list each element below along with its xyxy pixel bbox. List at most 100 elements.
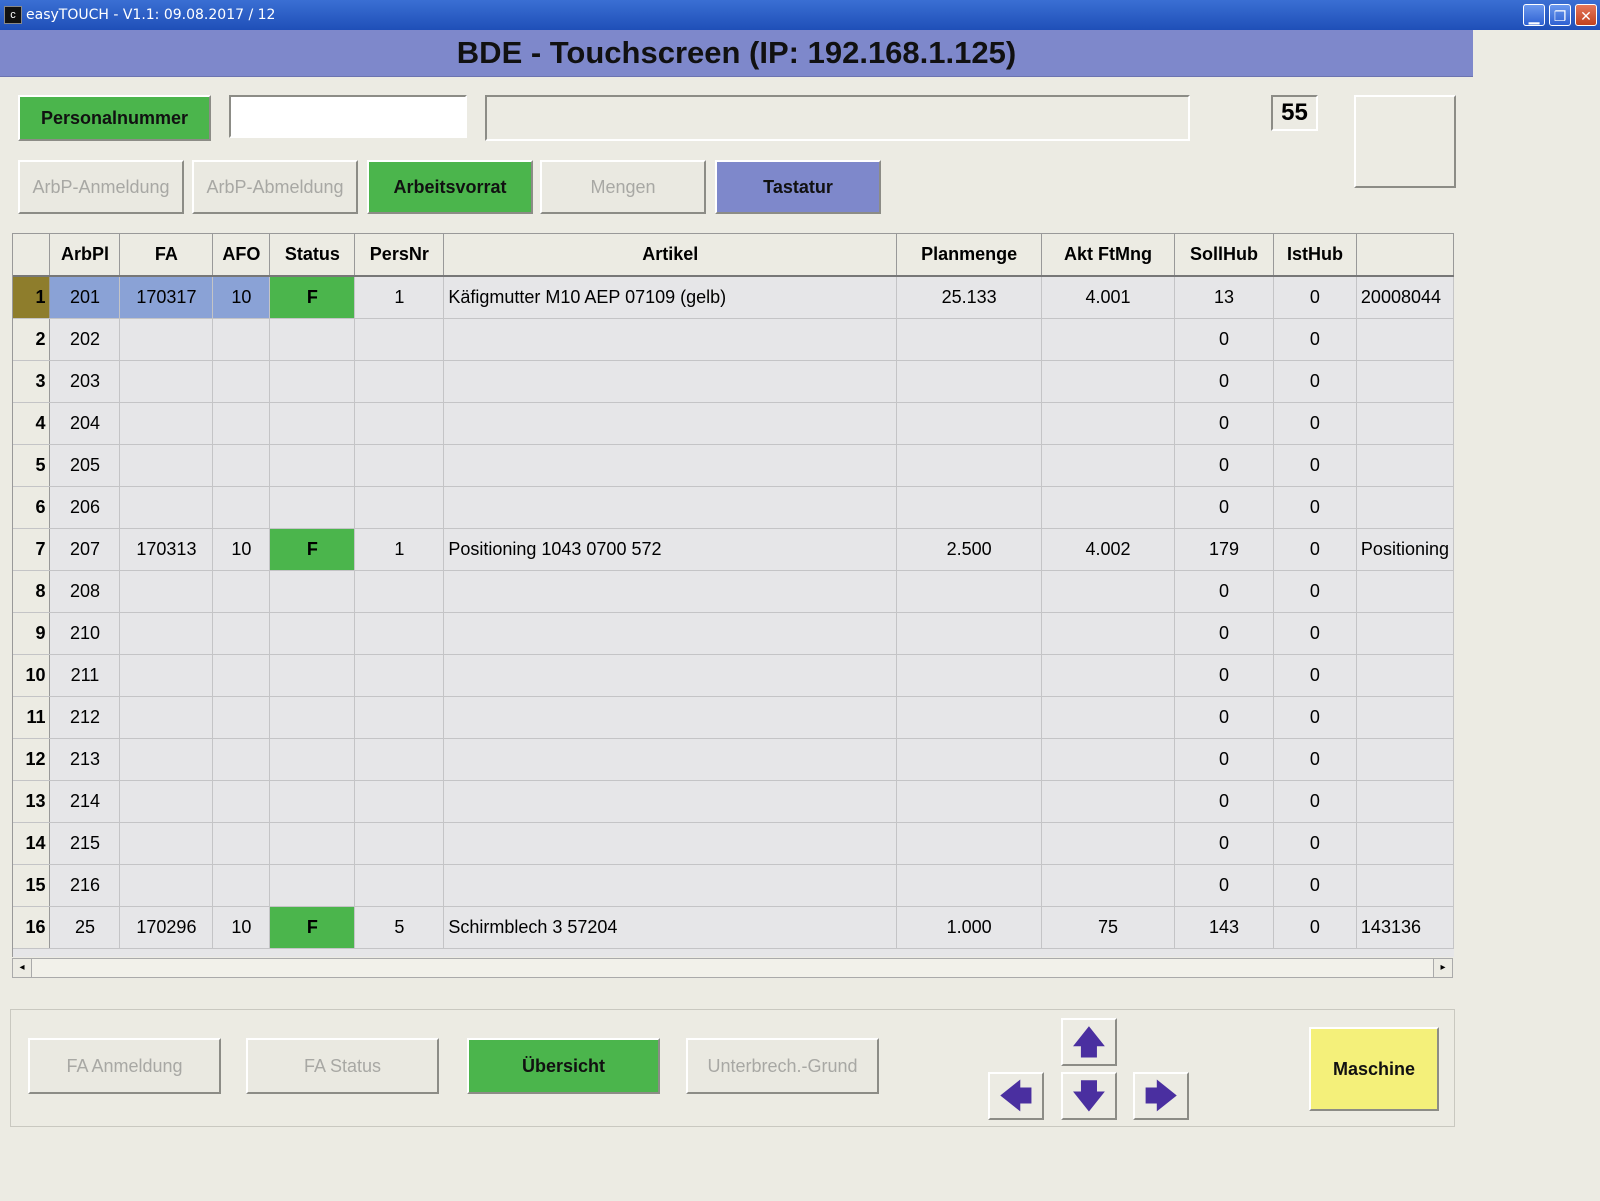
cell-fa[interactable]: 170313: [119, 528, 214, 571]
cell-planmenge[interactable]: [896, 570, 1043, 613]
cell-akt-ftmng[interactable]: 75: [1041, 906, 1175, 949]
table-row[interactable]: 4 204 0 0: [13, 402, 1454, 445]
cell-fa[interactable]: [119, 360, 214, 403]
cell-extra[interactable]: [1356, 696, 1454, 739]
table-row[interactable]: 3 203 0 0: [13, 360, 1454, 403]
cell-planmenge[interactable]: [896, 822, 1043, 865]
cell-akt-ftmng[interactable]: [1041, 360, 1175, 403]
cell-afo[interactable]: 10: [212, 528, 271, 571]
cell-persnr[interactable]: 1: [354, 276, 445, 319]
cell-extra[interactable]: [1356, 780, 1454, 823]
cell-fa[interactable]: [119, 654, 214, 697]
cell-fa[interactable]: [119, 612, 214, 655]
cell-akt-ftmng[interactable]: [1041, 402, 1175, 445]
cell-akt-ftmng[interactable]: [1041, 444, 1175, 487]
cell-akt-ftmng[interactable]: [1041, 738, 1175, 781]
cell-isthub[interactable]: 0: [1273, 906, 1357, 949]
cell-sollhub[interactable]: 0: [1174, 822, 1274, 865]
cell-afo[interactable]: [212, 486, 271, 529]
cell-sollhub[interactable]: 0: [1174, 780, 1274, 823]
cell-arbpl[interactable]: 204: [49, 402, 121, 445]
table-row[interactable]: 10 211 0 0: [13, 654, 1454, 697]
table-row[interactable]: 5 205 0 0: [13, 444, 1454, 487]
cell-artikel[interactable]: [443, 864, 898, 907]
cell-planmenge[interactable]: [896, 738, 1043, 781]
cell-afo[interactable]: [212, 570, 271, 613]
cell-planmenge[interactable]: [896, 780, 1043, 823]
cell-akt-ftmng[interactable]: [1041, 864, 1175, 907]
column-header-artikel[interactable]: Artikel: [443, 234, 898, 277]
cell-sollhub[interactable]: 0: [1174, 402, 1274, 445]
cell-isthub[interactable]: 0: [1273, 318, 1357, 361]
cell-planmenge[interactable]: [896, 318, 1043, 361]
cell-artikel[interactable]: [443, 612, 898, 655]
cell-afo[interactable]: 10: [212, 906, 271, 949]
table-row[interactable]: 9 210 0 0: [13, 612, 1454, 655]
cell-arbpl[interactable]: 216: [49, 864, 121, 907]
cell-afo[interactable]: [212, 696, 271, 739]
table-row[interactable]: 13 214 0 0: [13, 780, 1454, 823]
cell-fa[interactable]: [119, 738, 214, 781]
scroll-left-arrow-icon[interactable]: ◂: [13, 959, 32, 977]
cell-fa[interactable]: [119, 444, 214, 487]
cell-fa[interactable]: [119, 318, 214, 361]
cell-status[interactable]: [269, 780, 356, 823]
scroll-right-arrow-icon[interactable]: ▸: [1433, 959, 1452, 977]
cell-status[interactable]: [269, 360, 356, 403]
cell-status[interactable]: F: [269, 276, 356, 319]
cell-planmenge[interactable]: [896, 444, 1043, 487]
cell-planmenge[interactable]: [896, 360, 1043, 403]
cell-extra[interactable]: 143136: [1356, 906, 1454, 949]
cell-status[interactable]: [269, 402, 356, 445]
table-row[interactable]: 16 25 170296 10 F 5 Schirmblech 3 57204 1.000 75…: [13, 906, 1454, 949]
cell-afo[interactable]: [212, 444, 271, 487]
cell-afo[interactable]: [212, 780, 271, 823]
unterbrech-grund-button[interactable]: Unterbrech.-Grund: [686, 1038, 879, 1094]
cell-sollhub[interactable]: 0: [1174, 738, 1274, 781]
column-header-planmenge[interactable]: Planmenge: [896, 234, 1043, 277]
cell-persnr[interactable]: [354, 822, 445, 865]
cell-extra[interactable]: Positioning: [1356, 528, 1454, 571]
close-button[interactable]: ✕: [1575, 4, 1597, 26]
cell-isthub[interactable]: 0: [1273, 528, 1357, 571]
table-row[interactable]: 8 208 0 0: [13, 570, 1454, 613]
cell-akt-ftmng[interactable]: [1041, 654, 1175, 697]
cell-akt-ftmng[interactable]: 4.001: [1041, 276, 1175, 319]
cell-arbpl[interactable]: 25: [49, 906, 121, 949]
cell-arbpl[interactable]: 202: [49, 318, 121, 361]
cell-fa[interactable]: [119, 864, 214, 907]
cell-artikel[interactable]: Käfigmutter M10 AEP 07109 (gelb): [443, 276, 898, 319]
cell-afo[interactable]: [212, 402, 271, 445]
cell-status[interactable]: F: [269, 906, 356, 949]
arbeitsvorrat-button[interactable]: Arbeitsvorrat: [367, 160, 533, 214]
cell-persnr[interactable]: [354, 486, 445, 529]
cell-planmenge[interactable]: [896, 654, 1043, 697]
cell-artikel[interactable]: [443, 780, 898, 823]
cell-persnr[interactable]: [354, 318, 445, 361]
arrow-down-button[interactable]: 🡇: [1061, 1072, 1117, 1120]
cell-status[interactable]: [269, 864, 356, 907]
cell-sollhub[interactable]: 0: [1174, 486, 1274, 529]
maximize-button[interactable]: ❐: [1549, 4, 1571, 26]
cell-persnr[interactable]: [354, 738, 445, 781]
cell-sollhub[interactable]: 0: [1174, 444, 1274, 487]
cell-persnr[interactable]: 5: [354, 906, 445, 949]
cell-planmenge[interactable]: [896, 612, 1043, 655]
cell-afo[interactable]: [212, 864, 271, 907]
cell-afo[interactable]: [212, 612, 271, 655]
cell-afo[interactable]: [212, 318, 271, 361]
table-row[interactable]: 1 201 170317 10 F 1 Käfigmutter M10 AEP 07109 …: [13, 276, 1454, 319]
cell-artikel[interactable]: [443, 318, 898, 361]
cell-arbpl[interactable]: 206: [49, 486, 121, 529]
cell-planmenge[interactable]: [896, 486, 1043, 529]
cell-artikel[interactable]: [443, 822, 898, 865]
cell-akt-ftmng[interactable]: [1041, 318, 1175, 361]
cell-persnr[interactable]: 1: [354, 528, 445, 571]
cell-artikel[interactable]: [443, 444, 898, 487]
cell-sollhub[interactable]: 13: [1174, 276, 1274, 319]
cell-afo[interactable]: 10: [212, 276, 271, 319]
cell-planmenge[interactable]: 2.500: [896, 528, 1043, 571]
cell-artikel[interactable]: [443, 486, 898, 529]
cell-afo[interactable]: [212, 654, 271, 697]
table-row[interactable]: 15 216 0 0: [13, 864, 1454, 907]
